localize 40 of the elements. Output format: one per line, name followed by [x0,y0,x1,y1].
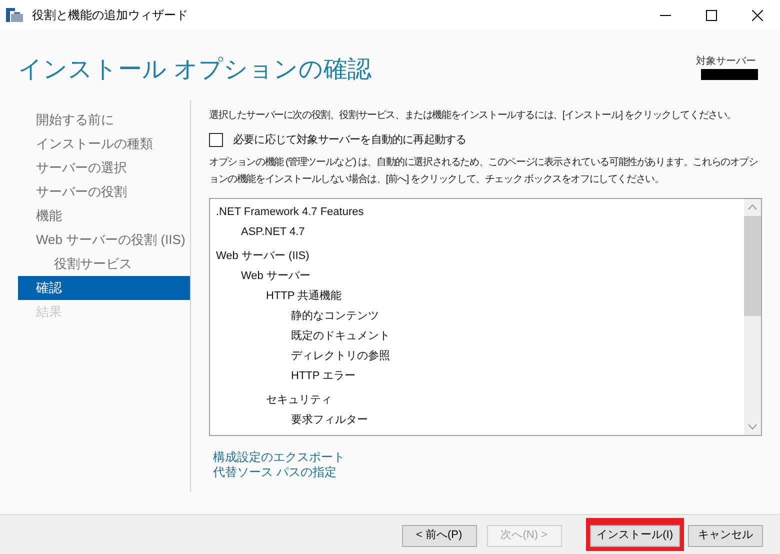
step-item[interactable]: 機能 [18,204,190,228]
window-title: 役割と機能の追加ウィザード [32,7,188,24]
intro-text: 選択したサーバーに次の役割、役割サービス、または機能をインストールするには、[インストール] をクリックしてください。 [209,108,738,123]
step-item[interactable]: 確認 [18,276,190,300]
app-icon [6,8,24,22]
scroll-down-icon[interactable] [748,424,757,430]
restart-label: 必要に応じて対象サーバーを自動的に再起動する [233,132,466,148]
link[interactable]: 代替ソース パスの指定 [213,464,336,480]
scrollbar[interactable] [744,198,761,434]
feature-item: Web サーバー [240,269,312,284]
step-item[interactable]: 開始する前に [18,108,190,132]
feature-item: 静的なコンテンツ [290,309,380,324]
minimize-icon [660,14,670,16]
step-item[interactable]: インストールの種類 [18,132,190,156]
scrollbar-thumb[interactable] [744,216,761,316]
step-item[interactable]: 役割サービス [18,252,190,276]
feature-item: Web サーバー (IIS) [216,249,310,264]
scroll-up-icon[interactable] [748,204,757,210]
feature-item: HTTP エラー [290,369,357,384]
page-title: インストール オプションの確認 [18,55,372,85]
note-text: オプションの機能 (管理ツールなど) は、自動的に選択されるため、このページに表示されている可能性があります。これらのオプションの機能をインストールしない場合は、[前へ] をクリックして、チェック ボックスをオフにしてください。 [209,156,759,186]
feature-item: 既定のドキュメント [290,328,391,344]
wizard-button[interactable]: インストール(I) [590,524,680,547]
maximize-icon [706,10,716,20]
wizard-button[interactable]: キャンセル [688,524,763,547]
step-item[interactable]: サーバーの役割 [18,180,190,204]
feature-item: ディレクトリの参照 [290,349,391,364]
redaction-bar [701,69,758,80]
feature-item: 要求フィルター [290,413,369,428]
link[interactable]: 構成設定のエクスポート [213,450,345,464]
feature-item: .NET Framework 4.7 Features [216,205,365,220]
restart-checkbox[interactable] [209,133,223,148]
close-icon [752,10,762,20]
step-item[interactable]: Web サーバーの役割 (IIS) [18,228,190,252]
target-server-label: 対象サーバー [696,54,756,69]
feature-item: HTTP 共通機能 [265,288,343,304]
wizard-button[interactable]: < 前へ(P) [402,524,477,547]
feature-item: セキュリティ [265,393,333,408]
feature-item: ASP.NET 4.7 [240,225,306,240]
step-item[interactable]: サーバーの選択 [18,156,190,180]
